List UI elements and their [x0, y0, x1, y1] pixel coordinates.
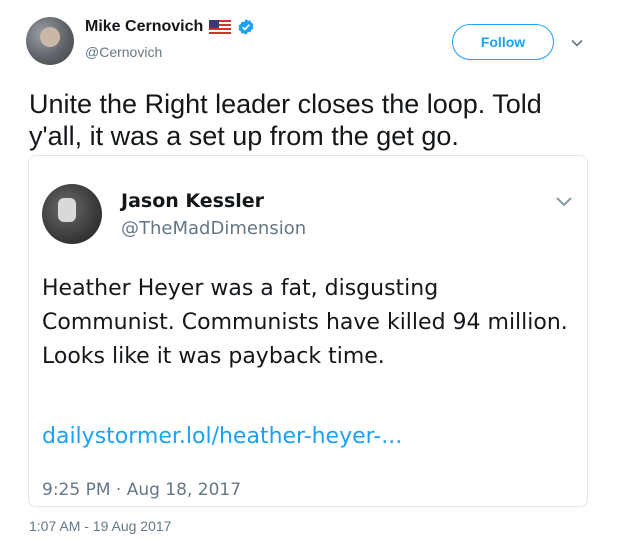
- chevron-down-icon[interactable]: [570, 36, 584, 50]
- author-handle[interactable]: @Cernovich: [85, 44, 162, 60]
- author-name-row[interactable]: Mike Cernovich: [85, 18, 255, 36]
- embedded-link: dailystormer.lol/heather-heyer-...: [42, 424, 403, 449]
- embedded-author-name: Jason Kessler: [121, 190, 265, 212]
- embedded-author-handle: @TheMadDimension: [121, 218, 307, 239]
- author-avatar[interactable]: [26, 17, 74, 65]
- tweet-timestamp[interactable]: 1:07 AM - 19 Aug 2017: [29, 518, 171, 534]
- tweet-text: Unite the Right leader closes the loop. …: [29, 89, 542, 151]
- embedded-chevron-down-icon: [556, 197, 572, 207]
- author-name[interactable]: Mike Cernovich: [85, 18, 203, 36]
- embedded-tweet-text: Heather Heyer was a fat, disgusting Comm…: [42, 276, 568, 369]
- us-flag-icon: [209, 20, 232, 34]
- follow-button[interactable]: Follow: [452, 24, 554, 60]
- embedded-author-avatar: [42, 184, 102, 244]
- embedded-timestamp: 9:25 PM · Aug 18, 2017: [42, 480, 242, 500]
- verified-icon: [238, 19, 254, 35]
- embedded-tweet-image[interactable]: Jason Kessler @TheMadDimension Heather H…: [28, 155, 588, 507]
